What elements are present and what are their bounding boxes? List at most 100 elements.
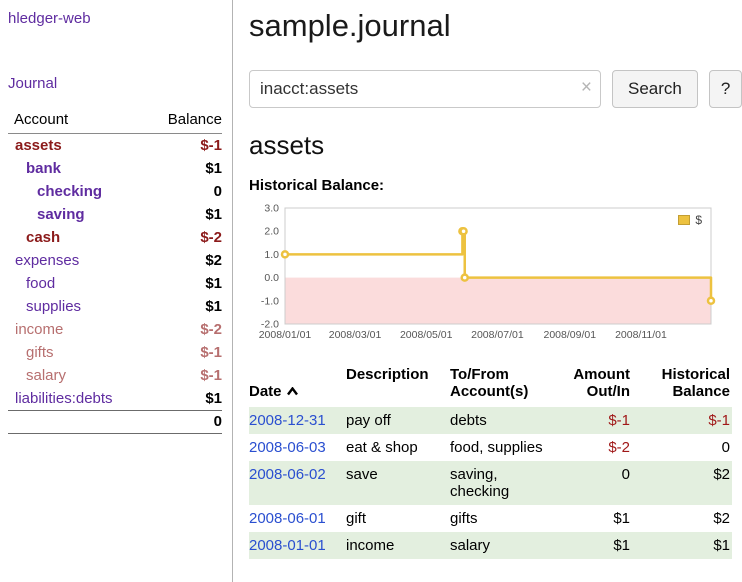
transaction-amount: $-1 [558, 407, 640, 434]
search-button[interactable]: Search [612, 70, 698, 108]
register-header-date[interactable]: Date [249, 364, 346, 407]
transaction-balance: $-1 [640, 407, 732, 434]
transaction-description: gift [346, 505, 450, 532]
legend-swatch-icon [678, 215, 690, 225]
page-title: sample.journal [249, 8, 742, 44]
svg-text:1.0: 1.0 [264, 249, 279, 261]
account-balance: $1 [149, 272, 222, 295]
account-balance: $1 [149, 295, 222, 318]
account-balance: 0 [149, 180, 222, 203]
transaction-date-link[interactable]: 2008-06-03 [249, 439, 326, 456]
account-balance: $1 [149, 157, 222, 180]
account-row: saving $1 [8, 203, 222, 226]
account-heading: assets [249, 130, 742, 161]
accounts-total-empty-cell [8, 411, 149, 434]
register-table-body: 2008-12-31pay offdebts$-1$-12008-06-03ea… [249, 407, 732, 559]
transaction-balance: $1 [640, 532, 732, 559]
chart-title: Historical Balance: [249, 177, 742, 194]
transaction-row: 2008-06-01giftgifts$1$2 [249, 505, 732, 532]
transaction-amount: $1 [558, 532, 640, 559]
transaction-description: pay off [346, 407, 450, 434]
account-row: food $1 [8, 272, 222, 295]
transaction-description: save [346, 461, 450, 505]
historical-balance-chart: 3.02.01.00.0-1.0-2.02008/01/012008/03/01… [249, 202, 719, 348]
account-link[interactable]: checking [37, 183, 102, 200]
help-button[interactable]: ? [709, 70, 742, 108]
account-link[interactable]: expenses [15, 252, 79, 269]
register-header-amount[interactable]: Amount Out/In [558, 364, 640, 407]
transaction-accounts: saving, checking [450, 461, 558, 505]
transaction-balance: $2 [640, 461, 732, 505]
transaction-date-cell: 2008-06-02 [249, 461, 346, 505]
account-row: income$-2 [8, 318, 222, 341]
account-row: supplies $1 [8, 295, 222, 318]
account-link[interactable]: assets [15, 137, 62, 154]
transaction-date-cell: 2008-06-03 [249, 434, 346, 461]
svg-text:2.0: 2.0 [264, 226, 279, 238]
search-input[interactable] [249, 70, 601, 108]
chart-legend: $ [675, 212, 705, 228]
accounts-header-balance: Balance [149, 108, 222, 134]
search-bar: × Search ? [249, 70, 742, 108]
transaction-row: 2008-06-02 savesaving, checking0$2 [249, 461, 732, 505]
app-window: hledger-web Journal Account Balance asse… [0, 0, 742, 582]
accounts-total-row: 0 [8, 411, 222, 434]
app-title-link[interactable]: hledger-web [8, 10, 222, 27]
accounts-table-body: assets$-1bank$1checking0saving$1cash$-2e… [8, 134, 222, 411]
account-link[interactable]: income [15, 321, 63, 338]
account-balance: $1 [149, 387, 222, 411]
register-header-description[interactable]: Description [346, 364, 450, 407]
account-row: cash $-2 [8, 226, 222, 249]
svg-text:2008/01/01: 2008/01/01 [259, 329, 312, 341]
register-header-accounts[interactable]: To/From Account(s) [450, 364, 558, 407]
clear-search-icon[interactable]: × [581, 78, 592, 98]
transaction-amount: 0 [558, 461, 640, 505]
transaction-accounts: food, supplies [450, 434, 558, 461]
account-link[interactable]: salary [26, 367, 66, 384]
account-link[interactable]: liabilities:debts [15, 390, 113, 407]
accounts-header-row: Account Balance [8, 108, 222, 134]
transaction-description: eat & shop [346, 434, 450, 461]
transaction-date-link[interactable]: 2008-06-02 [249, 466, 326, 483]
account-link[interactable]: food [26, 275, 55, 292]
account-link[interactable]: supplies [26, 298, 81, 315]
account-link[interactable]: bank [26, 160, 61, 177]
account-balance: $-2 [149, 226, 222, 249]
transaction-balance: 0 [640, 434, 732, 461]
register-header-balance[interactable]: Historical Balance [640, 364, 732, 407]
account-link[interactable]: cash [26, 229, 60, 246]
transaction-accounts: gifts [450, 505, 558, 532]
svg-text:2008/07/01: 2008/07/01 [471, 329, 524, 341]
account-link[interactable]: gifts [26, 344, 54, 361]
account-balance: $-1 [149, 341, 222, 364]
transaction-row: 2008-01-01incomesalary$1$1 [249, 532, 732, 559]
svg-text:-1.0: -1.0 [261, 295, 279, 307]
account-row: liabilities:debts $1 [8, 387, 222, 411]
transaction-date-cell: 2008-01-01 [249, 532, 346, 559]
transaction-amount: $-2 [558, 434, 640, 461]
account-row: gifts $-1 [8, 341, 222, 364]
account-row: salary$-1 [8, 364, 222, 387]
journal-nav-link[interactable]: Journal [8, 75, 222, 92]
svg-text:2008/05/01: 2008/05/01 [400, 329, 453, 341]
account-row: assets$-1 [8, 134, 222, 158]
transaction-accounts: salary [450, 532, 558, 559]
transaction-date-link[interactable]: 2008-06-01 [249, 510, 326, 527]
account-balance: $2 [149, 249, 222, 272]
transaction-date-link[interactable]: 2008-01-01 [249, 537, 326, 554]
transaction-date-cell: 2008-06-01 [249, 505, 346, 532]
transaction-date-link[interactable]: 2008-12-31 [249, 412, 326, 429]
transaction-description: income [346, 532, 450, 559]
register-table: Date Description To/From Account(s) Amou… [249, 364, 732, 559]
svg-text:3.0: 3.0 [264, 203, 279, 215]
account-row: checking 0 [8, 180, 222, 203]
sidebar: hledger-web Journal Account Balance asse… [0, 0, 233, 582]
transaction-accounts: debts [450, 407, 558, 434]
account-link[interactable]: saving [37, 206, 85, 223]
account-row: expenses $2 [8, 249, 222, 272]
register-header-date-label: Date [249, 383, 282, 400]
legend-label: $ [695, 213, 702, 227]
account-balance: $1 [149, 203, 222, 226]
svg-text:0.0: 0.0 [264, 272, 279, 284]
accounts-total-value: 0 [149, 411, 222, 434]
